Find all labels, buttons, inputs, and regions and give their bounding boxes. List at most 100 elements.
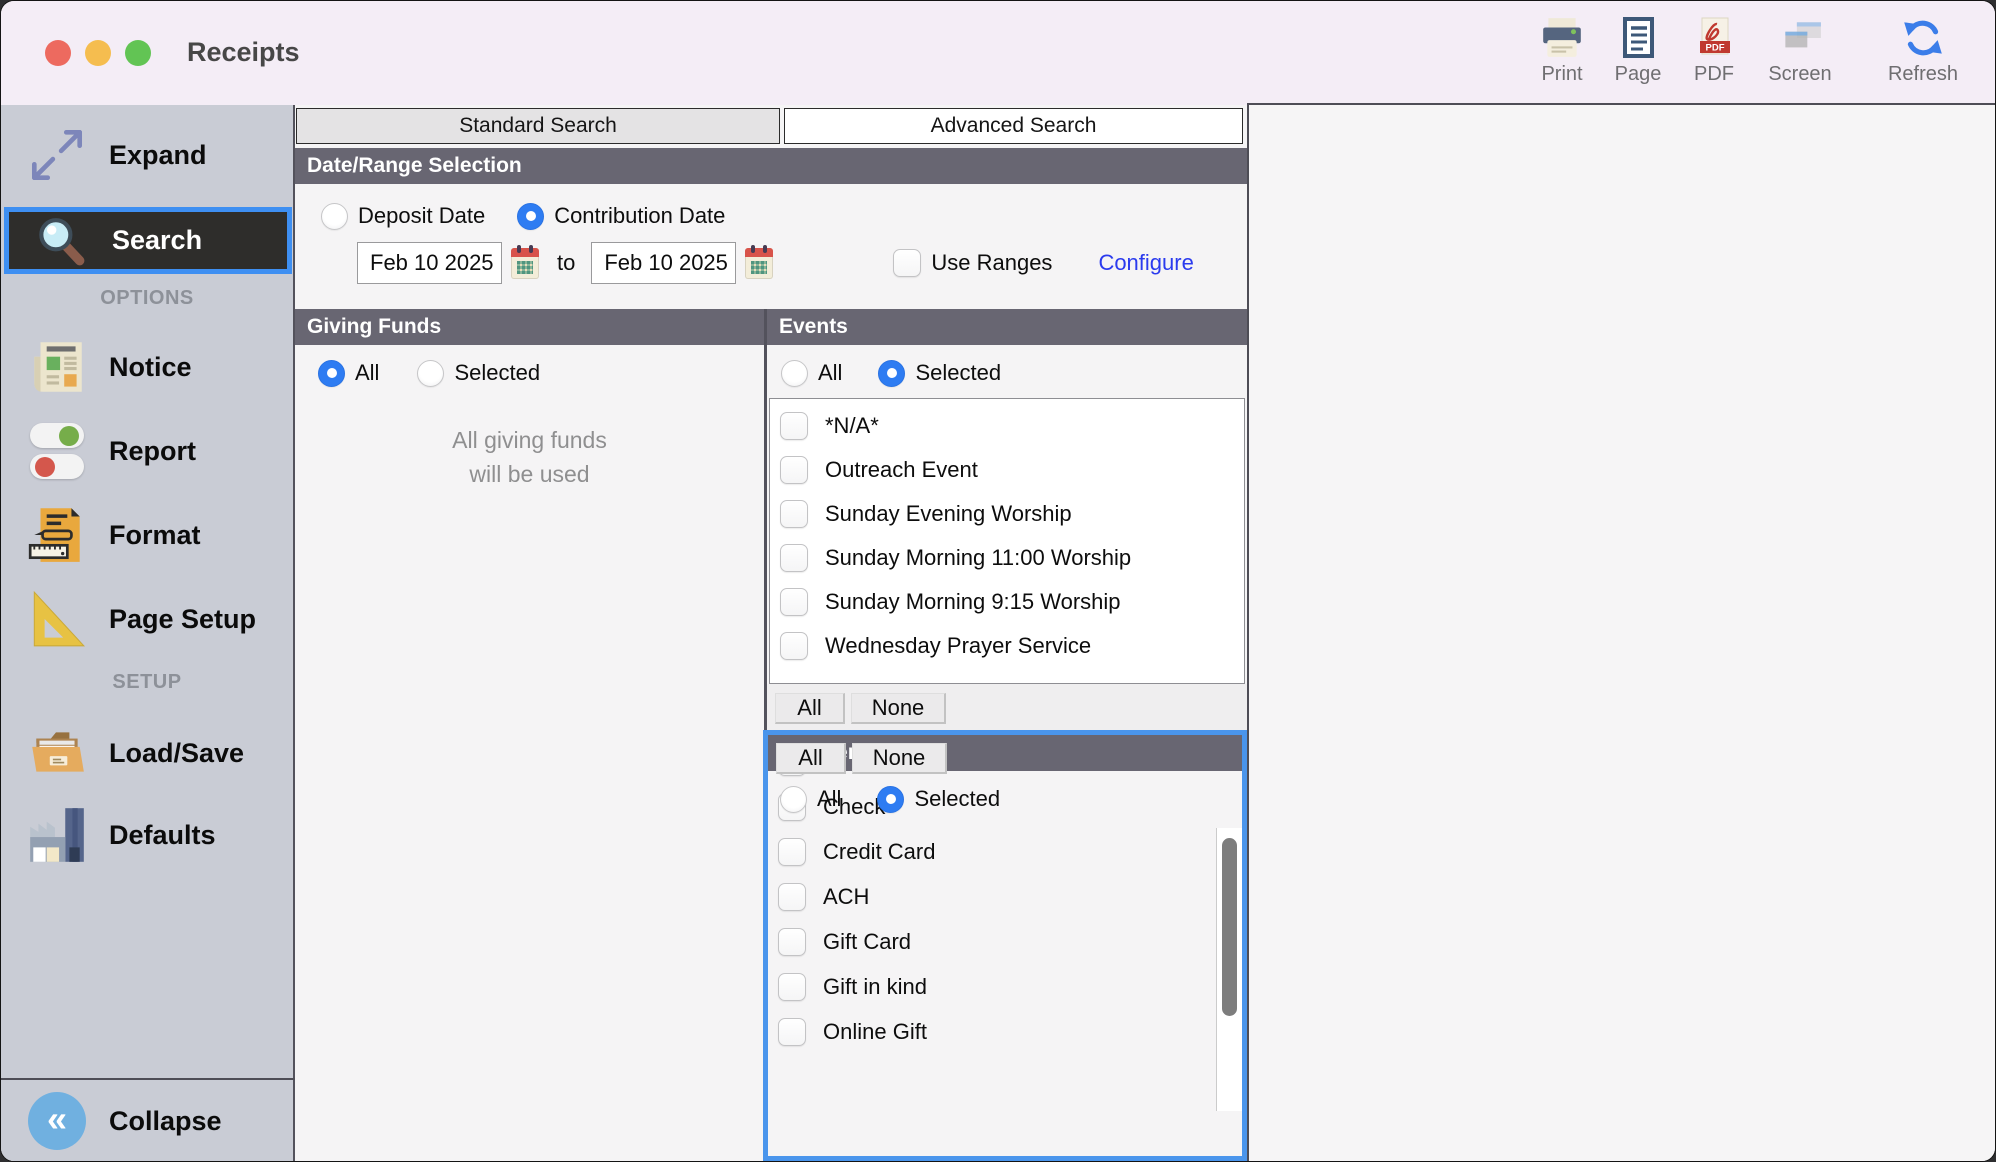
sidebar-item-notice[interactable]: Notice	[1, 327, 293, 407]
event-checkbox[interactable]	[780, 544, 808, 572]
event-label: Outreach Event	[825, 457, 978, 483]
payment-types-radio-row: All Selected	[780, 783, 1000, 815]
giving-funds-radio-row: All Selected	[318, 357, 540, 389]
giving-funds-all-label: All	[355, 360, 379, 386]
payment-type-checkbox[interactable]	[778, 1018, 806, 1046]
tab-advanced-search[interactable]: Advanced Search	[784, 108, 1243, 144]
pdf-icon: PDF	[1691, 15, 1737, 61]
screen: Receipts Print	[0, 0, 1996, 1162]
payment-types-select-all-button[interactable]: All	[776, 743, 846, 774]
sidebar-item-expand[interactable]: Expand	[1, 105, 293, 205]
screen-icon	[1777, 15, 1823, 61]
from-date-input[interactable]: Feb 10 2025	[357, 242, 502, 284]
sidebar-item-format[interactable]: Format	[1, 495, 293, 575]
events-selected-radio[interactable]	[878, 360, 905, 387]
screen-button[interactable]: Screen	[1752, 15, 1848, 99]
payment-type-label: ACH	[823, 884, 869, 910]
close-window-button[interactable]	[45, 40, 71, 66]
payment-types-scrollbar[interactable]	[1216, 828, 1242, 1111]
events-radio-row: All Selected	[781, 357, 1001, 389]
events-list-item[interactable]: *N/A*	[770, 404, 1244, 448]
sidebar-item-report[interactable]: Report	[1, 411, 293, 491]
payment-type-list-item[interactable]: Gift in kind	[768, 964, 1242, 1009]
notice-label: Notice	[109, 352, 192, 383]
event-checkbox[interactable]	[780, 632, 808, 660]
event-label: Sunday Morning 11:00 Worship	[825, 545, 1131, 571]
giving-funds-all-radio[interactable]	[318, 360, 345, 387]
payment-types-selected-label: Selected	[914, 786, 1000, 812]
to-date-calendar-icon[interactable]	[745, 248, 773, 279]
payment-type-checkbox[interactable]	[778, 883, 806, 911]
sidebar-item-defaults[interactable]: Defaults	[1, 795, 293, 875]
refresh-label: Refresh	[1888, 63, 1958, 86]
events-all-radio[interactable]	[781, 360, 808, 387]
events-selected-label: Selected	[915, 360, 1001, 386]
payment-types-list: Cash Check Credit Card	[768, 735, 1242, 1018]
events-select-none-button[interactable]: None	[851, 693, 946, 724]
deposit-date-radio[interactable]	[321, 203, 348, 230]
contribution-date-label: Contribution Date	[554, 203, 725, 229]
giving-funds-note: All giving funds will be used	[295, 423, 764, 491]
payment-types-scrollbar-thumb[interactable]	[1222, 838, 1237, 1016]
payment-types-select-none-button[interactable]: None	[852, 743, 947, 774]
minimize-window-button[interactable]	[85, 40, 111, 66]
events-list-item[interactable]: Sunday Evening Worship	[770, 492, 1244, 536]
payment-type-list-item[interactable]: Credit Card	[768, 829, 1242, 874]
folder-icon	[21, 718, 93, 788]
use-ranges-label: Use Ranges	[931, 250, 1052, 276]
configure-link[interactable]: Configure	[1098, 250, 1193, 276]
payment-type-list-item[interactable]: Gift Card	[768, 919, 1242, 964]
payment-types-selected-radio[interactable]	[877, 786, 904, 813]
event-checkbox[interactable]	[780, 412, 808, 440]
use-ranges-checkbox[interactable]	[893, 249, 921, 277]
event-checkbox[interactable]	[780, 456, 808, 484]
from-date-calendar-icon[interactable]	[511, 248, 539, 279]
setup-section-header: SETUP	[1, 671, 293, 694]
tab-standard-search[interactable]: Standard Search	[296, 108, 780, 144]
events-list-item[interactable]: Sunday Morning 9:15 Worship	[770, 580, 1244, 624]
factory-icon	[21, 800, 93, 870]
payment-type-checkbox[interactable]	[778, 928, 806, 956]
sidebar-item-collapse[interactable]: « Collapse	[1, 1081, 293, 1161]
event-label: Sunday Morning 9:15 Worship	[825, 589, 1121, 615]
contribution-date-radio[interactable]	[517, 203, 544, 230]
sidebar-item-search[interactable]: Search	[4, 207, 292, 274]
events-list: *N/A* Outreach Event Sunday Evening Wors…	[769, 398, 1245, 684]
payment-type-label: Gift Card	[823, 929, 911, 955]
format-label: Format	[109, 520, 201, 551]
payment-type-checkbox[interactable]	[778, 838, 806, 866]
event-checkbox[interactable]	[780, 588, 808, 616]
giving-funds-selected-radio[interactable]	[417, 360, 444, 387]
events-list-item[interactable]: Outreach Event	[770, 448, 1244, 492]
titlebar: Receipts Print	[1, 1, 1996, 105]
zoom-window-button[interactable]	[125, 40, 151, 66]
sidebar-divider	[1, 1078, 295, 1080]
refresh-button[interactable]: Refresh	[1875, 15, 1971, 99]
events-section: Events All Selected *N/A*	[767, 309, 1247, 730]
payment-type-checkbox[interactable]	[778, 973, 806, 1001]
events-select-all-button[interactable]: All	[775, 693, 845, 724]
events-section-header: Events	[767, 309, 1247, 345]
to-date-input[interactable]: Feb 10 2025	[591, 242, 736, 284]
event-label: *N/A*	[825, 413, 879, 439]
sidebar: Expand Search OPTIONS	[1, 105, 295, 1162]
sidebar-item-page-setup[interactable]: Page Setup	[1, 579, 293, 659]
events-list-item[interactable]: Sunday Morning 11:00 Worship	[770, 536, 1244, 580]
page-label: Page	[1615, 63, 1662, 86]
expand-arrows-icon	[21, 120, 93, 190]
pdf-button[interactable]: PDF PDF	[1666, 15, 1762, 99]
date-range-section-header: Date/Range Selection	[295, 148, 1247, 184]
screen-label: Screen	[1768, 63, 1831, 86]
payment-type-list-item[interactable]: ACH	[768, 874, 1242, 919]
page-setup-label: Page Setup	[109, 604, 256, 635]
giving-funds-selected-label: Selected	[454, 360, 540, 386]
payment-types-all-radio[interactable]	[780, 786, 807, 813]
toggles-icon	[21, 416, 93, 486]
load-save-label: Load/Save	[109, 738, 244, 769]
sidebar-item-load-save[interactable]: Load/Save	[1, 711, 293, 795]
events-list-item[interactable]: Wednesday Prayer Service	[770, 624, 1244, 668]
event-checkbox[interactable]	[780, 500, 808, 528]
tab-standard-search-label: Standard Search	[459, 114, 617, 138]
svg-text:PDF: PDF	[1706, 43, 1725, 54]
set-square-icon	[21, 584, 93, 654]
